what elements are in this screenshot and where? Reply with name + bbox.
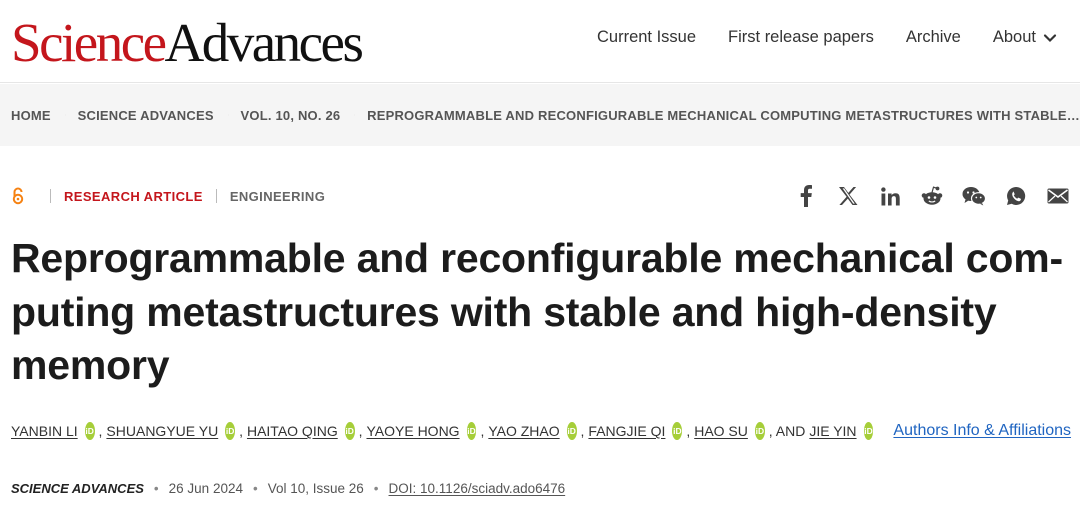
open-access-icon: [12, 187, 24, 205]
linkedin-icon[interactable]: [878, 184, 902, 208]
author-link[interactable]: JIE YIN: [809, 423, 856, 439]
x-icon[interactable]: [836, 184, 860, 208]
nav-current-issue[interactable]: Current Issue: [597, 28, 696, 47]
and-text: , AND: [768, 423, 806, 439]
divider: [215, 189, 217, 203]
title-line: puting metastructures with stable and hi…: [11, 288, 997, 335]
comma: ,: [580, 423, 585, 439]
separator-dot: •: [153, 481, 159, 496]
article-type: RESEARCH ARTICLE: [64, 188, 203, 204]
author-link[interactable]: FANGJIE QI: [588, 423, 665, 439]
breadcrumb: HOME SCIENCE ADVANCES VOL. 10, NO. 26 RE…: [0, 84, 1080, 146]
main-nav: Current Issue First release papers Archi…: [597, 28, 1057, 47]
reddit-icon[interactable]: [920, 184, 944, 208]
journal-name[interactable]: SCIENCE ADVANCES: [11, 481, 144, 496]
comma: ,: [98, 423, 103, 439]
author-list: YANBIN LI iD, SHUANGYUE YU iD, HAITAO QI…: [11, 422, 1071, 440]
chevron-right-icon: [354, 114, 355, 116]
comma: ,: [239, 423, 243, 439]
orcid-icon[interactable]: iD: [344, 422, 355, 440]
article-meta: RESEARCH ARTICLE ENGINEERING: [11, 186, 325, 206]
comma: ,: [358, 423, 363, 439]
email-icon[interactable]: [1046, 184, 1070, 208]
comma: ,: [686, 423, 691, 439]
title-line: Reprogrammable and reconfigurable mechan…: [11, 235, 1063, 281]
author-link[interactable]: YAO ZHAO: [488, 423, 559, 439]
facebook-icon[interactable]: [794, 184, 818, 208]
breadcrumb-issue[interactable]: VOL. 10, NO. 26: [241, 108, 341, 123]
orcid-icon[interactable]: iD: [225, 422, 236, 440]
orcid-icon[interactable]: iD: [863, 422, 874, 440]
publication-date: 26 Jun 2024: [168, 481, 243, 496]
breadcrumb-home[interactable]: HOME: [11, 108, 51, 123]
author-link[interactable]: HAO SU: [694, 423, 748, 439]
comma: ,: [480, 423, 485, 439]
wechat-icon[interactable]: [962, 184, 986, 208]
orcid-icon[interactable]: iD: [466, 422, 477, 440]
breadcrumb-journal[interactable]: SCIENCE ADVANCES: [78, 108, 214, 123]
article-title: Reprogrammable and reconfigurable mechan…: [11, 232, 1071, 393]
orcid-icon[interactable]: iD: [84, 422, 95, 440]
author-link[interactable]: YANBIN LI: [11, 423, 78, 439]
divider: [50, 189, 51, 203]
chevron-down-icon: [1043, 33, 1057, 42]
whatsapp-icon[interactable]: [1004, 184, 1028, 208]
author-link[interactable]: YAOYE HONG: [366, 423, 459, 439]
nav-archive[interactable]: Archive: [906, 28, 961, 47]
author-link[interactable]: HAITAO QING: [247, 423, 338, 439]
logo-science: Science: [11, 12, 167, 73]
orcid-icon[interactable]: iD: [672, 422, 683, 440]
nav-about-label: About: [992, 28, 1036, 46]
breadcrumb-current: REPROGRAMMABLE AND RECONFIGURABLE MECHAN…: [367, 107, 1080, 123]
site-logo[interactable]: Science Advances: [11, 8, 364, 78]
separator-dot: •: [373, 481, 379, 496]
nav-first-release[interactable]: First release papers: [728, 28, 874, 47]
chevron-right-icon: [65, 114, 66, 116]
publication-info: SCIENCE ADVANCES • 26 Jun 2024 • Vol 10,…: [11, 481, 565, 496]
author-link[interactable]: SHUANGYUE YU: [106, 423, 218, 439]
site-header: Science Advances Current Issue First rele…: [0, 0, 1080, 83]
doi-link[interactable]: DOI: 10.1126/sciadv.ado6476: [389, 481, 566, 496]
authors-affiliations-link[interactable]: Authors Info & Affiliations: [893, 422, 1071, 440]
nav-about[interactable]: About: [993, 28, 1057, 47]
separator-dot: •: [252, 481, 258, 496]
logo-advances: Advances: [164, 12, 364, 73]
orcid-icon[interactable]: iD: [566, 422, 577, 440]
volume-issue[interactable]: Vol 10, Issue 26: [268, 481, 364, 496]
article-subject[interactable]: ENGINEERING: [230, 189, 325, 204]
title-line: memory: [11, 342, 170, 388]
share-bar: [794, 184, 1070, 208]
chevron-right-icon: [227, 114, 229, 116]
orcid-icon[interactable]: iD: [754, 422, 765, 440]
